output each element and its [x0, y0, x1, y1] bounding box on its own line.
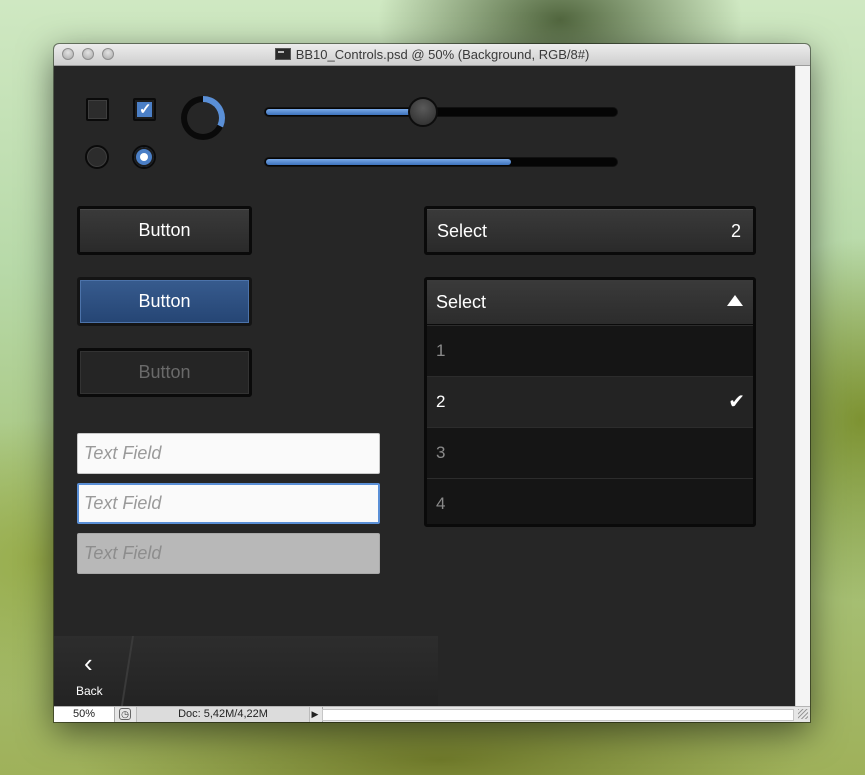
radio-dot [140, 153, 148, 161]
slider-fill [266, 109, 424, 115]
spinner-icon [181, 96, 225, 140]
chevron-left-icon: ‹ [84, 648, 93, 678]
checkbox-checked[interactable]: ✓ [133, 98, 156, 121]
button-active[interactable]: Button [77, 277, 252, 326]
progress-fill [266, 159, 511, 165]
status-menu-arrow-icon[interactable]: ▶ [308, 707, 323, 722]
option-label: 3 [436, 443, 446, 462]
slider-track[interactable] [264, 107, 618, 117]
checkbox-unchecked[interactable] [86, 98, 109, 121]
select-header[interactable]: Select [427, 280, 753, 325]
back-label: Back [76, 684, 103, 698]
window-title-area: BB10_Controls.psd @ 50% (Background, RGB… [54, 47, 810, 62]
button-disabled: Button [77, 348, 252, 397]
option-label: 2 [436, 392, 446, 411]
select-dropdown-collapsed[interactable]: Select 2 [424, 206, 756, 255]
radio-selected[interactable] [132, 145, 156, 169]
title-bar: BB10_Controls.psd @ 50% (Background, RGB… [54, 44, 810, 66]
text-field[interactable]: Text Field [77, 433, 380, 474]
select-label: Select [436, 292, 487, 312]
option-label: 1 [436, 341, 446, 360]
checkmark-icon: ✔ [728, 391, 745, 413]
triangle-up-icon [727, 295, 743, 306]
status-bar: 50% ◷ Doc: 5,42M/4,22M ▶ [54, 706, 810, 722]
slider-thumb[interactable] [408, 97, 438, 127]
progress-bar [264, 157, 618, 167]
photoshop-window: BB10_Controls.psd @ 50% (Background, RGB… [54, 44, 810, 722]
radio-unchecked[interactable] [85, 145, 109, 169]
text-field-focused[interactable]: Text Field [77, 483, 380, 524]
select-dropdown-expanded: Select 1 2 ✔ 3 4 [424, 277, 756, 527]
text-field-disabled: Text Field [77, 533, 380, 574]
select-option-selected[interactable]: 2 ✔ [427, 376, 753, 427]
select-option[interactable]: 1 [427, 325, 753, 376]
zoom-field[interactable]: 50% [54, 707, 115, 722]
option-label: 4 [436, 494, 446, 513]
clock-icon[interactable]: ◷ [119, 708, 131, 720]
vertical-scrollbar[interactable] [795, 66, 810, 707]
document-icon [274, 48, 291, 60]
checkmark-icon: ✓ [139, 101, 152, 118]
select-option[interactable]: 4 [427, 478, 753, 529]
window-title: BB10_Controls.psd @ 50% (Background, RGB… [295, 47, 590, 62]
select-label: Select [437, 221, 488, 241]
action-bar: ‹ Back [54, 636, 438, 707]
doc-size-info: Doc: 5,42M/4,22M [136, 707, 310, 722]
select-option[interactable]: 3 [427, 427, 753, 478]
resize-grip-icon[interactable] [798, 709, 808, 719]
button-normal[interactable]: Button [77, 206, 252, 255]
horizontal-scrollbar[interactable] [322, 709, 794, 721]
select-value: 2 [730, 221, 741, 241]
